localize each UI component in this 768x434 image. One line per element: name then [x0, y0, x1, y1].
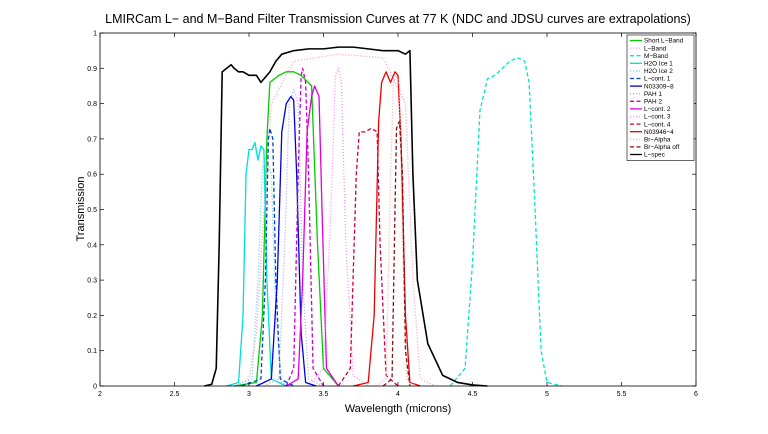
legend-label: PAH 2 [644, 99, 662, 106]
x-tick-label: 4 [396, 391, 400, 398]
legend-label: L−cont. 2 [644, 106, 671, 113]
y-tick-label: 0.5 [87, 207, 97, 214]
y-tick-label: 0.6 [87, 172, 97, 179]
legend-label: L−Band [644, 45, 667, 52]
legend-label: Short L−Band [644, 38, 684, 45]
x-tick-label: 3.5 [319, 391, 329, 398]
legend-label: L−cont. 1 [644, 76, 671, 83]
legend-label: Br−Alpha off [644, 144, 679, 151]
x-tick-label: 5 [545, 391, 549, 398]
x-tick-label: 5.5 [617, 391, 627, 398]
legend-label: H2O Ice 1 [644, 61, 673, 68]
transmission-chart: LMIRCam L− and M−Band Filter Transmissio… [0, 0, 768, 434]
y-tick-label: 1 [93, 31, 97, 38]
y-tick-label: 0.4 [87, 242, 97, 249]
x-tick-label: 2 [98, 391, 102, 398]
legend-label: H2O Ice 2 [644, 68, 673, 75]
legend: Short L−BandL−BandM−BandH2O Ice 1H2O Ice… [626, 34, 695, 161]
y-tick-label: 0.9 [87, 66, 97, 73]
y-tick-label: 0.3 [87, 278, 97, 285]
x-tick-label: 3 [247, 391, 251, 398]
legend-label: N03309−8 [644, 83, 674, 90]
x-tick-label: 4.5 [468, 391, 478, 398]
legend-label: M−Band [644, 53, 668, 60]
x-axis-title: Wavelength (microns) [345, 403, 452, 415]
chart-title: LMIRCam L− and M−Band Filter Transmissio… [105, 12, 691, 26]
legend-label: PAH 1 [644, 91, 662, 98]
legend-label: L−cont. 3 [644, 114, 671, 121]
y-tick-label: 0.7 [87, 136, 97, 143]
y-tick-label: 0.1 [87, 348, 97, 355]
y-tick-label: 0.8 [87, 101, 97, 108]
x-tick-label: 6 [694, 391, 698, 398]
y-axis-title: Transmission [75, 177, 87, 242]
x-tick-label: 2.5 [170, 391, 180, 398]
legend-label: L−cont. 4 [644, 121, 671, 128]
legend-label: L−spec [644, 152, 666, 159]
y-tick-label: 0.2 [87, 313, 97, 320]
legend-label: N03946−4 [644, 129, 674, 136]
legend-label: Br−Alpha [644, 137, 671, 144]
y-tick-label: 0 [93, 384, 97, 391]
